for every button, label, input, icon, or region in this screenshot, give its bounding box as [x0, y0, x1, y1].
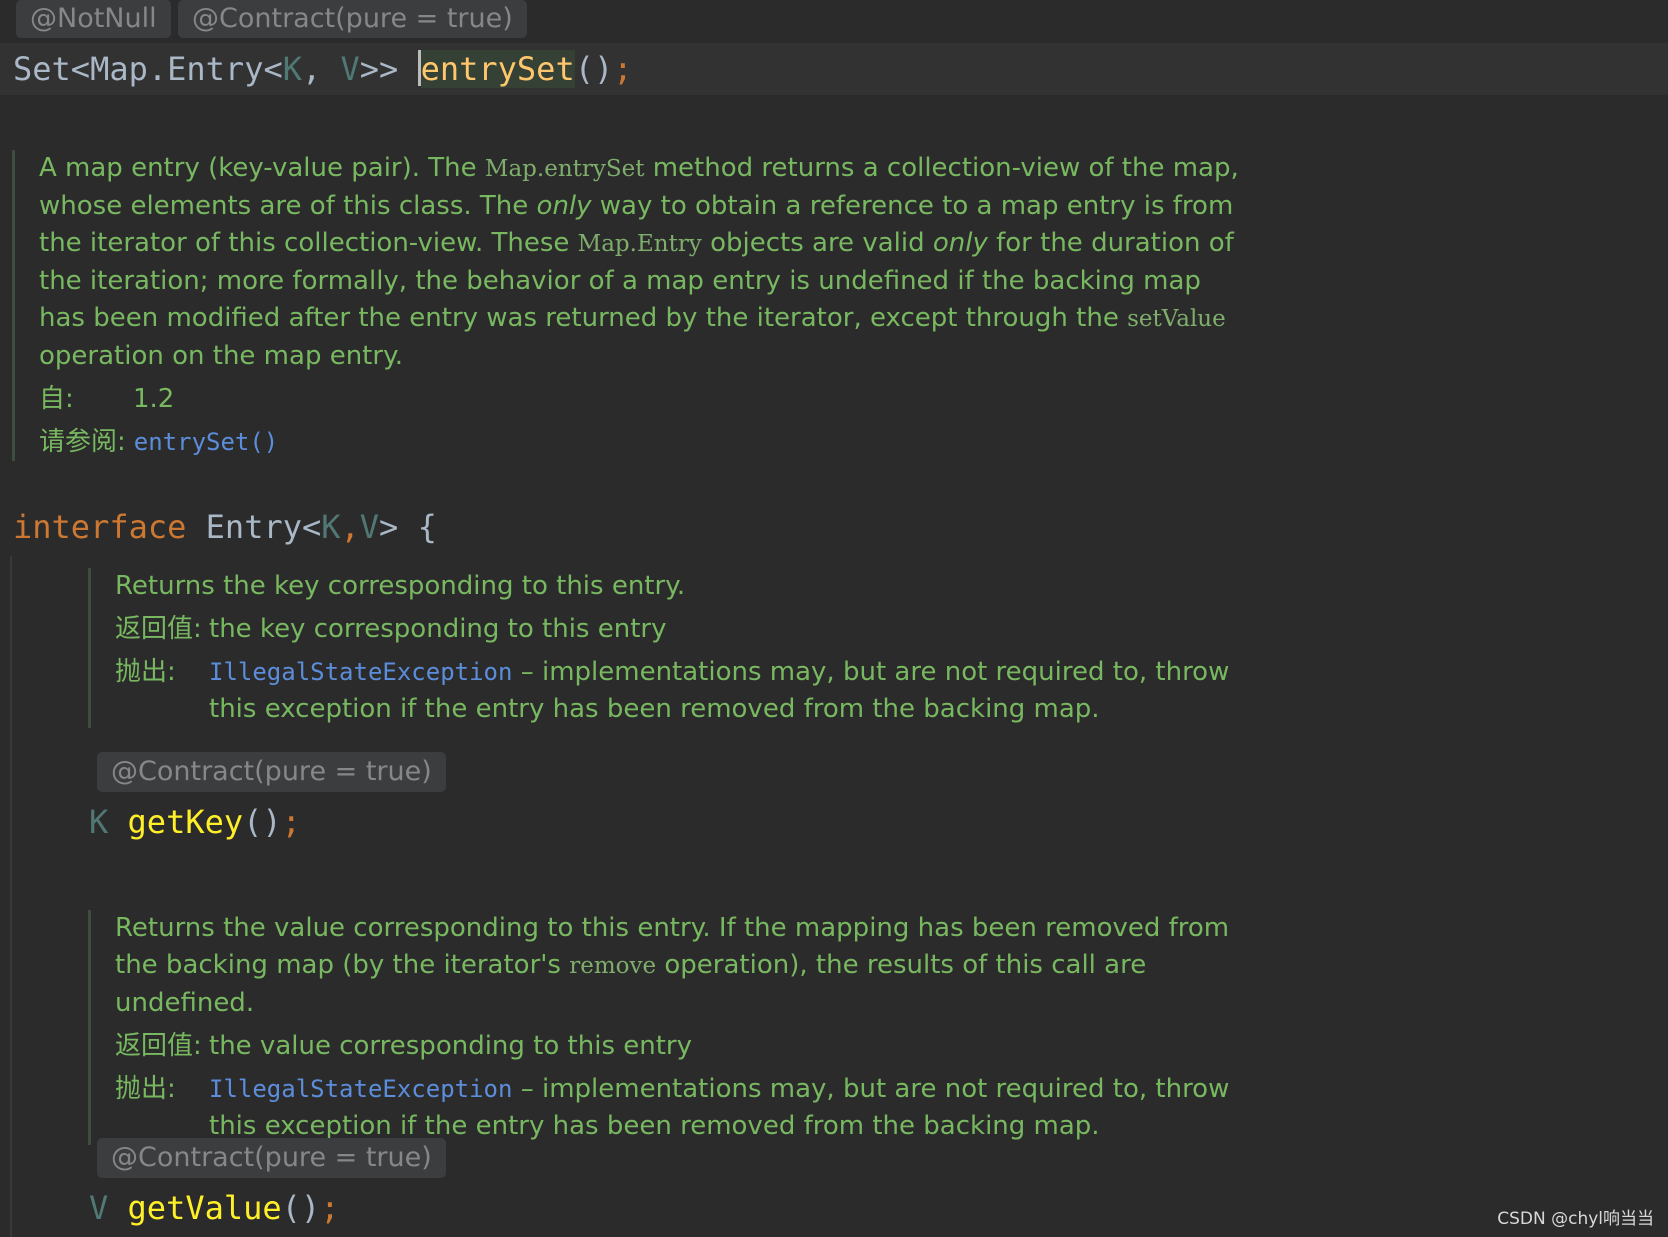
semicolon: ;: [613, 50, 633, 88]
illegalstateexception-link[interactable]: IllegalStateException: [209, 1075, 512, 1103]
getvalue-contract-inlay[interactable]: @Contract(pure = true): [97, 1138, 446, 1178]
getkey-summary: Returns the key corresponding to this en…: [115, 571, 686, 601]
type-param-v: V: [340, 50, 360, 88]
return-type: Set<Map.Entry<: [13, 50, 283, 88]
parens: (): [243, 803, 282, 841]
method-name-getvalue[interactable]: getValue: [128, 1189, 282, 1227]
throws-label: 抛出:: [115, 657, 176, 687]
getvalue-returns-row: 返回值: the value corresponding to this ent…: [115, 1028, 1278, 1065]
entryset-declaration[interactable]: Set<Map.Entry<K, V>> entrySet();: [13, 44, 633, 94]
semicolon: ;: [281, 803, 301, 841]
parens: (): [574, 50, 614, 88]
getvalue-summary: Returns the value corresponding to this …: [115, 913, 1230, 1018]
entry-javadoc: A map entry (key-value pair). The Map.en…: [12, 150, 1252, 461]
code-map-entry: Map.Entry: [577, 231, 702, 257]
notnull-inlay[interactable]: @NotNull: [16, 0, 171, 38]
see-entryset-link[interactable]: entrySet(): [134, 424, 279, 461]
interface-name: Entry<: [186, 508, 322, 546]
code-setvalue: setValue: [1127, 306, 1226, 332]
since-row: 自: 1.2: [39, 381, 1252, 418]
semicolon: ;: [320, 1189, 340, 1227]
return-type-k: K: [89, 803, 109, 841]
contract-inlay[interactable]: @Contract(pure = true): [178, 0, 527, 38]
entry-doc-description: A map entry (key-value pair). The Map.en…: [39, 153, 1239, 371]
comma: ,: [340, 508, 360, 546]
type-param-k: K: [321, 508, 341, 546]
see-label: 请参阅:: [39, 427, 126, 457]
indent-guide: [10, 556, 12, 1237]
csdn-watermark: CSDN @chyl响当当: [1497, 1209, 1654, 1229]
code-map-entryset: Map.entrySet: [484, 156, 645, 182]
returns-label: 返回值:: [115, 614, 202, 644]
getkey-declaration[interactable]: K getKey();: [89, 797, 301, 847]
throws-label: 抛出:: [115, 1074, 176, 1104]
type-param-k: K: [282, 50, 302, 88]
getvalue-javadoc: Returns the value corresponding to this …: [88, 910, 1278, 1145]
returns-text: the key corresponding to this entry: [209, 614, 667, 644]
interface-keyword: interface: [13, 508, 187, 546]
returns-text: the value corresponding to this entry: [209, 1031, 692, 1061]
type-param-v: V: [359, 508, 380, 546]
getkey-javadoc: Returns the key corresponding to this en…: [88, 568, 1258, 728]
getvalue-throws-row: 抛出: IllegalStateException – implementati…: [115, 1071, 1278, 1145]
parens: (): [281, 1189, 321, 1227]
getkey-returns-row: 返回值: the key corresponding to this entry: [115, 611, 1258, 648]
illegalstateexception-link[interactable]: IllegalStateException: [209, 658, 512, 686]
interface-declaration[interactable]: interface Entry<K,V> {: [13, 502, 437, 552]
see-row: 请参阅: entrySet(): [39, 424, 1252, 461]
getkey-contract-inlay[interactable]: @Contract(pure = true): [97, 752, 446, 792]
code-remove: remove: [569, 953, 657, 979]
return-type-v: V: [89, 1189, 109, 1227]
interface-open-brace: > {: [379, 508, 437, 546]
method-name-getkey[interactable]: getKey: [128, 803, 244, 841]
editor-page: @NotNull @Contract(pure = true) Set<Map.…: [0, 0, 1668, 1237]
returns-label: 返回值:: [115, 1031, 202, 1061]
getkey-throws-row: 抛出: IllegalStateException – implementati…: [115, 654, 1258, 728]
return-type-close: >>: [359, 50, 418, 88]
since-label: 自:: [39, 384, 74, 414]
method-name-entryset[interactable]: entrySet: [420, 50, 575, 88]
since-value: 1.2: [133, 384, 175, 414]
getvalue-declaration[interactable]: V getValue();: [89, 1183, 339, 1233]
comma: ,: [301, 50, 341, 88]
